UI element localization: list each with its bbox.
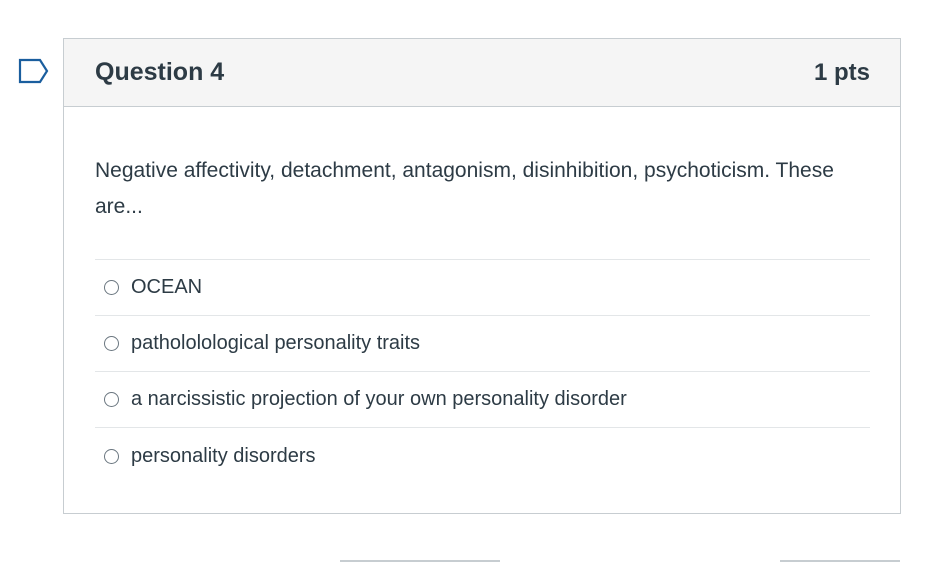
answer-label[interactable]: a narcissistic projection of your own pe… <box>131 388 627 411</box>
question-header: Question 4 1 pts <box>64 39 900 107</box>
flag-question-icon[interactable] <box>18 58 50 84</box>
quiz-page: Question 4 1 pts Negative affectivity, d… <box>0 0 950 562</box>
answer-label[interactable]: personality disorders <box>131 445 316 468</box>
answer-option[interactable]: a narcissistic projection of your own pe… <box>95 372 870 428</box>
question-text: Negative affectivity, detachment, antago… <box>95 159 834 218</box>
question-card: Question 4 1 pts Negative affectivity, d… <box>63 38 901 514</box>
answer-label[interactable]: OCEAN <box>131 276 202 299</box>
question-title: Question 4 <box>95 58 225 86</box>
answer-option[interactable]: pathololological personality traits <box>95 316 870 372</box>
radio-button[interactable] <box>104 448 119 464</box>
question-points: 1 pts <box>813 58 870 86</box>
radio-button[interactable] <box>104 280 119 295</box>
answer-option[interactable]: personality disorders <box>95 428 870 484</box>
answer-option[interactable]: OCEAN <box>95 260 870 316</box>
answer-label[interactable]: pathololological personality traits <box>131 332 420 355</box>
question-body: Negative affectivity, detachment, antago… <box>64 107 900 484</box>
radio-button[interactable] <box>104 336 119 351</box>
radio-button[interactable] <box>104 392 119 407</box>
answer-list: OCEAN pathololological personality trait… <box>95 259 870 484</box>
